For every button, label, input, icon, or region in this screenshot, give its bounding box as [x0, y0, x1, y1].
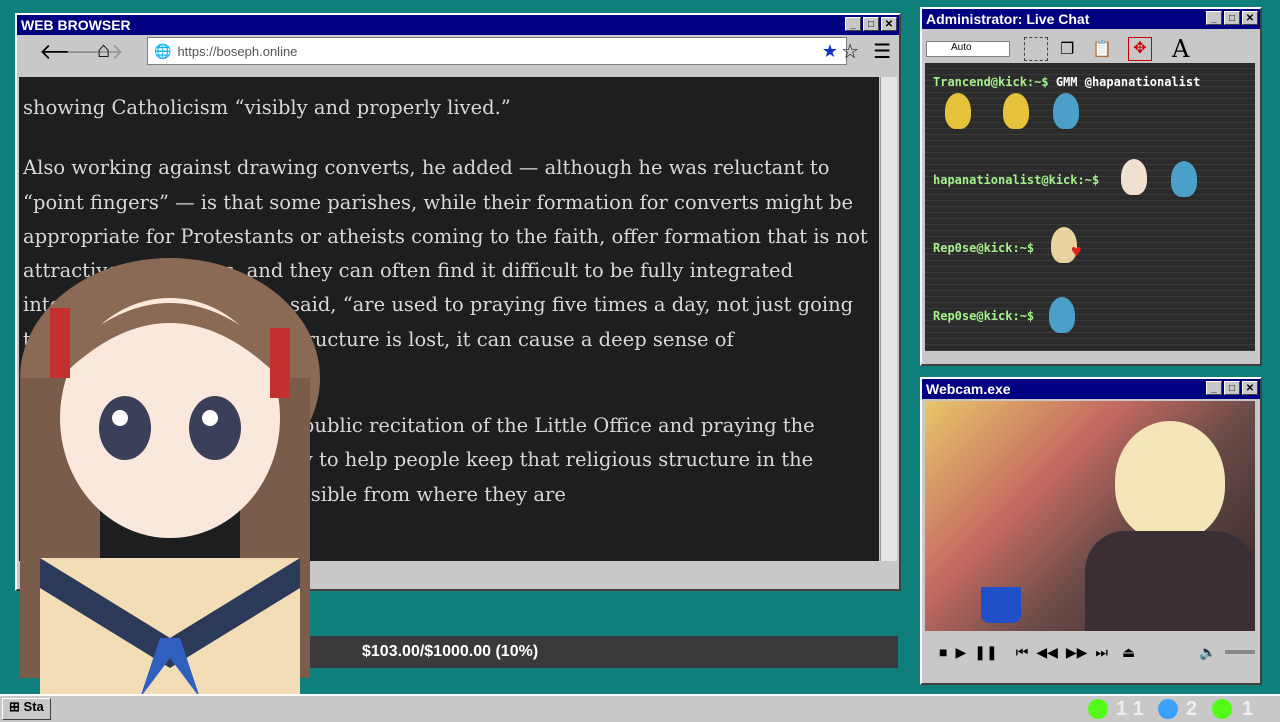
browser-titlebar[interactable]: WEB BROWSER _ □ ✕	[17, 15, 899, 35]
minimize-button[interactable]: _	[1206, 11, 1222, 25]
select-icon[interactable]	[1024, 37, 1048, 61]
kick-icon	[1088, 699, 1108, 719]
article-line	[19, 125, 879, 151]
emote-icon	[1171, 161, 1197, 197]
article-line: Also working against drawing converts, h…	[23, 156, 830, 180]
moon-icon	[1158, 699, 1178, 719]
kick-count: 1 1	[1116, 698, 1144, 720]
vertical-scrollbar[interactable]	[880, 77, 897, 561]
webcam-titlebar[interactable]: Webcam.exe _ □ ✕	[922, 379, 1260, 399]
forward-icon[interactable]: 🡒	[65, 39, 124, 65]
skip-back-icon[interactable]: ⏮	[1016, 644, 1029, 661]
play-icon[interactable]: ▶	[955, 644, 966, 661]
chat-window: Administrator: Live Chat _ □ ✕ Auto ❐ 📋 …	[920, 7, 1262, 366]
fast-forward-icon[interactable]: ▶▶	[1066, 644, 1088, 661]
chat-message: hapanationalist@kick:~$	[933, 173, 1099, 187]
emote-icon	[1049, 297, 1075, 333]
stop-icon[interactable]: ■	[939, 644, 947, 660]
article-line: showing Catholicism “visibly and properl…	[23, 96, 511, 119]
maximize-button[interactable]: □	[863, 17, 879, 31]
chat-message: Rep0se@kick:~$	[933, 241, 1034, 255]
chat-username: Trancend@kick:~$	[933, 75, 1049, 89]
globe-icon: 🌐	[154, 42, 172, 59]
play-icon	[1212, 699, 1232, 719]
address-bar[interactable]: 🌐 https://boseph.online ★	[147, 37, 847, 65]
webcam-title: Webcam.exe	[926, 381, 1011, 397]
url-text[interactable]: https://boseph.online	[177, 44, 821, 59]
start-label: Sta	[23, 699, 44, 714]
article-line: “point fingers” — is that some parishes,…	[23, 190, 854, 214]
taskbar: ⊞ Sta 1 1 2 1	[0, 694, 1280, 722]
chat-username: Rep0se@kick:~$	[933, 241, 1035, 255]
skip-forward-icon[interactable]: ⏭	[1095, 644, 1108, 661]
close-button[interactable]: ✕	[1242, 381, 1258, 395]
emote-icon	[1121, 159, 1147, 195]
chat-username: Rep0se@kick:~$	[933, 309, 1035, 323]
copy-icon[interactable]: ❐	[1060, 39, 1074, 59]
heart-icon: ♥	[1071, 241, 1082, 261]
bookmark-star-icon[interactable]: ★	[822, 41, 838, 62]
maximize-button[interactable]: □	[1224, 11, 1240, 25]
chat-title: Administrator: Live Chat	[926, 11, 1090, 27]
windows-icon: ⊞	[9, 699, 20, 714]
moon-count: 2	[1186, 698, 1198, 720]
move-icon[interactable]: ✥	[1128, 37, 1152, 61]
emote-icon	[1003, 93, 1029, 129]
chat-username: hapanationalist@kick:~$	[933, 173, 1100, 187]
article-line: appropriate for Protestants or atheists …	[23, 224, 868, 248]
emote-icon	[945, 93, 971, 129]
minimize-button[interactable]: _	[845, 17, 861, 31]
menu-icon[interactable]: ☰	[873, 39, 891, 64]
emote-icon	[1053, 93, 1079, 129]
minimize-button[interactable]: _	[1206, 381, 1222, 395]
paste-icon[interactable]: 📋	[1092, 39, 1112, 59]
chat-message: Trancend@kick:~$ GMM @hapanationalist	[933, 75, 1200, 89]
maximize-button[interactable]: □	[1224, 381, 1240, 395]
vtuber-avatar	[20, 258, 320, 720]
chat-titlebar[interactable]: Administrator: Live Chat _ □ ✕	[922, 9, 1260, 29]
chat-text: GMM @hapanationalist	[1055, 75, 1201, 89]
home-icon[interactable]: ⌂	[97, 37, 110, 63]
webcam-window: Webcam.exe _ □ ✕ ■ ▶ ❚❚ ⏮ ◀◀ ▶▶ ⏭ ⏏ 🔈	[920, 377, 1262, 685]
media-controls: ■ ▶ ❚❚ ⏮ ◀◀ ▶▶ ⏭ ⏏ 🔈	[925, 637, 1255, 667]
pause-icon[interactable]: ❚❚	[974, 644, 997, 661]
streamer-body	[1085, 531, 1255, 631]
donation-text: $103.00/$1000.00 (10%)	[362, 643, 539, 660]
mug-icon	[981, 587, 1021, 623]
text-icon[interactable]: A	[1172, 35, 1189, 63]
play-count: 1	[1242, 698, 1254, 720]
volume-icon[interactable]: 🔈	[1199, 644, 1216, 661]
webcam-feed	[925, 401, 1255, 631]
font-select-value: Auto	[951, 42, 972, 53]
rewind-icon[interactable]: ◀◀	[1036, 644, 1058, 661]
volume-slider[interactable]	[1224, 650, 1255, 654]
favorites-icon[interactable]: ☆	[841, 39, 859, 64]
donation-progress-bar: $103.00/$1000.00 (10%)	[282, 636, 898, 668]
close-button[interactable]: ✕	[1242, 11, 1258, 25]
chat-message: Rep0se@kick:~$	[933, 309, 1034, 323]
eject-icon[interactable]: ⏏	[1122, 644, 1135, 661]
streamer-avatar	[1115, 421, 1225, 541]
font-select[interactable]: Auto	[926, 41, 1010, 57]
start-button[interactable]: ⊞ Sta	[2, 698, 51, 720]
chat-feed: Trancend@kick:~$ GMM @hapanationalist ha…	[925, 63, 1255, 351]
browser-title: WEB BROWSER	[21, 17, 131, 33]
close-button[interactable]: ✕	[881, 17, 897, 31]
